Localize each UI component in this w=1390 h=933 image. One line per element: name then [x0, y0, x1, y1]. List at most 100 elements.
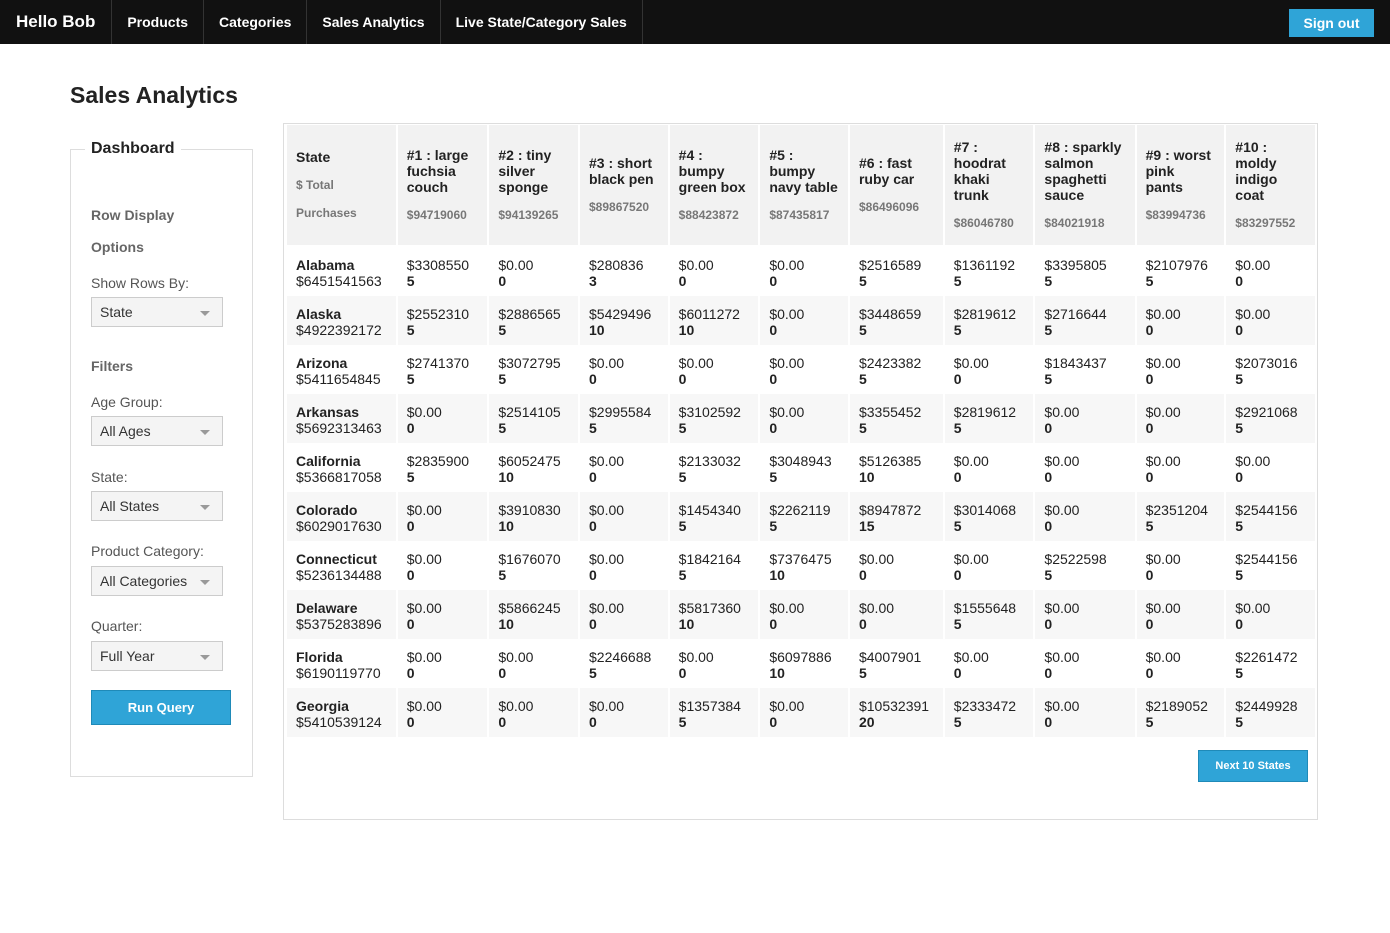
sales-cell[interactable]: $2514105 5	[489, 394, 578, 443]
sales-cell[interactable]: $0.00 0	[1136, 345, 1225, 394]
sales-cell[interactable]: $0.00 0	[580, 590, 668, 639]
sales-cell[interactable]: $2189052 5	[1136, 688, 1225, 737]
sales-cell[interactable]: $280836 3	[580, 247, 668, 296]
sales-cell[interactable]: $0.00 0	[1136, 296, 1225, 345]
product-column-header[interactable]: #2 : tiny silver sponge $94139265	[489, 125, 578, 245]
sales-cell[interactable]: $2921068 5	[1226, 394, 1315, 443]
sales-cell[interactable]: $0.00 0	[1035, 394, 1135, 443]
sales-cell[interactable]: $2544156 5	[1226, 541, 1315, 590]
sales-cell[interactable]: $1454340 5	[669, 492, 759, 541]
product-column-header[interactable]: #3 : short black pen $89867520	[580, 125, 668, 245]
sales-cell[interactable]: $0.00 0	[944, 443, 1034, 492]
sales-cell[interactable]: $0.00 0	[1136, 541, 1225, 590]
sales-cell[interactable]: $5817360 10	[669, 590, 759, 639]
nav-live-state-category-sales[interactable]: Live State/Category Sales	[441, 0, 643, 44]
sales-cell[interactable]: $0.00 0	[397, 541, 488, 590]
sales-cell[interactable]: $3308550 5	[397, 247, 488, 296]
sales-cell[interactable]: $0.00 0	[1035, 639, 1135, 688]
sales-cell[interactable]: $2107976 5	[1136, 247, 1225, 296]
sales-cell[interactable]: $0.00 0	[849, 590, 943, 639]
sales-cell[interactable]: $0.00 0	[397, 688, 488, 737]
sales-cell[interactable]: $6097886 10	[760, 639, 848, 688]
sales-cell[interactable]: $0.00 0	[489, 247, 578, 296]
sales-cell[interactable]: $2819612 5	[944, 296, 1034, 345]
sales-cell[interactable]: $2073016 5	[1226, 345, 1315, 394]
sales-cell[interactable]: $0.00 0	[1226, 296, 1315, 345]
product-column-header[interactable]: #4 : bumpy green box $88423872	[669, 125, 759, 245]
sales-cell[interactable]: $0.00 0	[1226, 247, 1315, 296]
sales-cell[interactable]: $0.00 0	[397, 639, 488, 688]
nav-sales-analytics[interactable]: Sales Analytics	[307, 0, 441, 44]
sales-cell[interactable]: $3102592 5	[669, 394, 759, 443]
state-column-header[interactable]: State $ Total Purchases	[287, 125, 396, 245]
sales-cell[interactable]: $3355452 5	[849, 394, 943, 443]
product-column-header[interactable]: #1 : large fuchsia couch $94719060	[397, 125, 488, 245]
sales-cell[interactable]: $0.00 0	[1136, 639, 1225, 688]
sales-cell[interactable]: $0.00 0	[760, 296, 848, 345]
sales-cell[interactable]: $3910830 10	[489, 492, 578, 541]
sales-cell[interactable]: $0.00 0	[580, 345, 668, 394]
sales-cell[interactable]: $7376475 10	[760, 541, 848, 590]
sales-cell[interactable]: $6011272 10	[669, 296, 759, 345]
sales-cell[interactable]: $6052475 10	[489, 443, 578, 492]
sales-cell[interactable]: $2261472 5	[1226, 639, 1315, 688]
sales-cell[interactable]: $0.00 0	[1136, 443, 1225, 492]
sales-cell[interactable]: $5429496 10	[580, 296, 668, 345]
state-cell[interactable]: Alaska $4922392172	[287, 296, 396, 345]
sales-cell[interactable]: $0.00 0	[669, 247, 759, 296]
next-10-states-button[interactable]: Next 10 States	[1198, 750, 1308, 782]
sales-cell[interactable]: $0.00 0	[580, 688, 668, 737]
sales-cell[interactable]: $0.00 0	[760, 247, 848, 296]
sales-cell[interactable]: $0.00 0	[944, 639, 1034, 688]
sales-cell[interactable]: $0.00 0	[397, 590, 488, 639]
product-column-header[interactable]: #6 : fast ruby car $86496096	[849, 125, 943, 245]
brand-greeting[interactable]: Hello Bob	[0, 0, 113, 44]
sales-cell[interactable]: $1676070 5	[489, 541, 578, 590]
sales-cell[interactable]: $0.00 0	[1226, 443, 1315, 492]
run-query-button[interactable]: Run Query	[91, 690, 231, 725]
sales-cell[interactable]: $2741370 5	[397, 345, 488, 394]
product-column-header[interactable]: #10 : moldy indigo coat $83297552	[1226, 125, 1315, 245]
sales-cell[interactable]: $2552310 5	[397, 296, 488, 345]
state-cell[interactable]: Colorado $6029017630	[287, 492, 396, 541]
sales-cell[interactable]: $2716644 5	[1035, 296, 1135, 345]
sales-cell[interactable]: $5866245 10	[489, 590, 578, 639]
sales-cell[interactable]: $0.00 0	[760, 345, 848, 394]
sales-cell[interactable]: $2423382 5	[849, 345, 943, 394]
product-column-header[interactable]: #8 : sparkly salmon spaghetti sauce $8402…	[1035, 125, 1135, 245]
sales-cell[interactable]: $3048943 5	[760, 443, 848, 492]
sales-cell[interactable]: $4007901 5	[849, 639, 943, 688]
product-column-header[interactable]: #7 : hoodrat khaki trunk $86046780	[944, 125, 1034, 245]
product-column-header[interactable]: #9 : worst pink pants $83994736	[1136, 125, 1225, 245]
sales-cell[interactable]: $2835900 5	[397, 443, 488, 492]
sales-cell[interactable]: $0.00 0	[1136, 394, 1225, 443]
nav-products[interactable]: Products	[112, 0, 205, 44]
sales-cell[interactable]: $0.00 0	[580, 541, 668, 590]
sales-cell[interactable]: $2449928 5	[1226, 688, 1315, 737]
sales-cell[interactable]: $1361192 5	[944, 247, 1034, 296]
sales-cell[interactable]: $2133032 5	[669, 443, 759, 492]
sales-cell[interactable]: $0.00 0	[580, 443, 668, 492]
sales-cell[interactable]: $3395805 5	[1035, 247, 1135, 296]
state-cell[interactable]: Arizona $5411654845	[287, 345, 396, 394]
sales-cell[interactable]: $0.00 0	[944, 541, 1034, 590]
state-cell[interactable]: Alabama $6451541563	[287, 247, 396, 296]
sales-cell[interactable]: $8947872 15	[849, 492, 943, 541]
nav-categories[interactable]: Categories	[204, 0, 308, 44]
sales-cell[interactable]: $0.00 0	[760, 590, 848, 639]
sales-cell[interactable]: $2333472 5	[944, 688, 1034, 737]
sales-cell[interactable]: $0.00 0	[489, 688, 578, 737]
state-cell[interactable]: California $5366817058	[287, 443, 396, 492]
sales-cell[interactable]: $3448659 5	[849, 296, 943, 345]
sales-cell[interactable]: $0.00 0	[944, 345, 1034, 394]
sales-cell[interactable]: $0.00 0	[1136, 590, 1225, 639]
sales-cell[interactable]: $10532391 20	[849, 688, 943, 737]
sales-cell[interactable]: $2351204 5	[1136, 492, 1225, 541]
sales-cell[interactable]: $0.00 0	[580, 492, 668, 541]
sales-cell[interactable]: $2544156 5	[1226, 492, 1315, 541]
state-cell[interactable]: Delaware $5375283896	[287, 590, 396, 639]
sales-cell[interactable]: $1843437 5	[1035, 345, 1135, 394]
sales-cell[interactable]: $2886565 5	[489, 296, 578, 345]
show-rows-select[interactable]: State	[91, 297, 223, 327]
sales-cell[interactable]: $0.00 0	[1035, 590, 1135, 639]
